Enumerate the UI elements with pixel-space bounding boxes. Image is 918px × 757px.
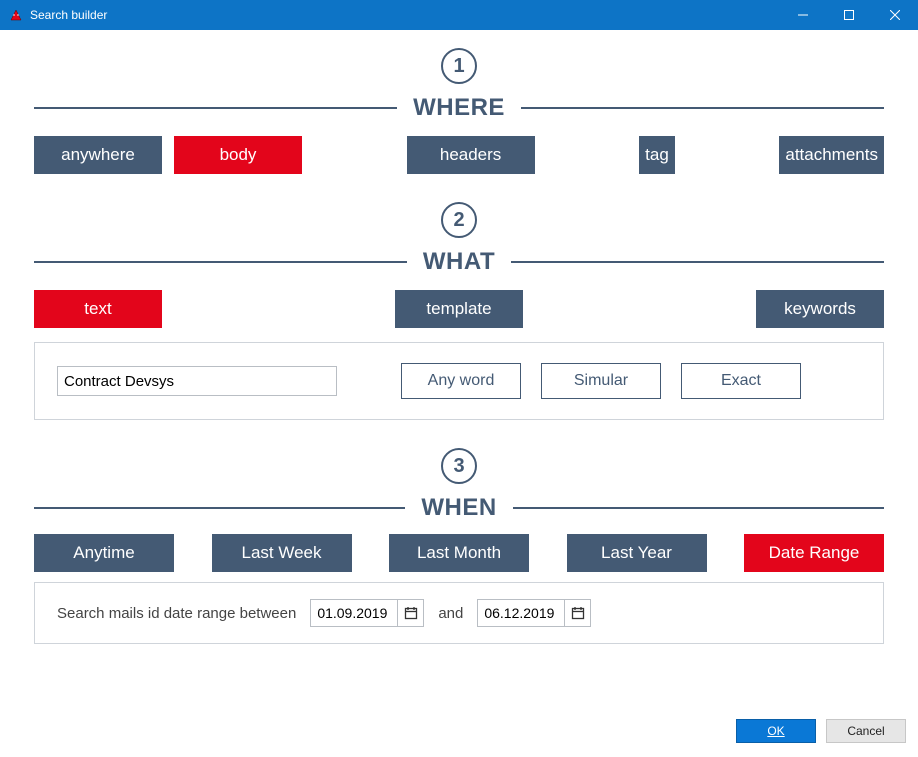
where-label: WHERE: [397, 94, 521, 122]
date-from-input[interactable]: [311, 600, 397, 626]
what-options: text template keywords: [34, 290, 884, 328]
where-options: anywhere body headers tag attachments: [34, 136, 884, 174]
minimize-button[interactable]: [780, 0, 826, 30]
date-range-panel: Search mails id date range between and: [34, 582, 884, 644]
dialog-footer: OK Cancel: [736, 719, 906, 743]
step-3-circle: 3: [441, 448, 477, 484]
where-header: WHERE: [34, 94, 884, 122]
when-label: WHEN: [405, 494, 512, 522]
cancel-button[interactable]: Cancel: [826, 719, 906, 743]
dialog-content: 1 WHERE anywhere body headers tag attach…: [0, 30, 918, 757]
date-range-label: Search mails id date range between: [57, 605, 296, 622]
when-option-daterange[interactable]: Date Range: [744, 534, 884, 572]
calendar-icon[interactable]: [397, 600, 423, 626]
ok-button[interactable]: OK: [736, 719, 816, 743]
what-input-panel: Any word Simular Exact: [34, 342, 884, 420]
match-mode-anyword[interactable]: Any word: [401, 363, 521, 399]
match-mode-buttons: Any word Simular Exact: [401, 363, 801, 399]
when-option-lastweek[interactable]: Last Week: [212, 534, 352, 572]
when-option-lastmonth[interactable]: Last Month: [389, 534, 529, 572]
search-text-input[interactable]: [57, 366, 337, 396]
step-2-circle: 2: [441, 202, 477, 238]
step-1-circle: 1: [441, 48, 477, 84]
where-option-anywhere[interactable]: anywhere: [34, 136, 162, 174]
when-header: WHEN: [34, 494, 884, 522]
app-icon: [8, 7, 24, 23]
match-mode-simular[interactable]: Simular: [541, 363, 661, 399]
date-from-field: [310, 599, 424, 627]
close-button[interactable]: [872, 0, 918, 30]
what-label: WHAT: [407, 248, 511, 276]
what-option-text[interactable]: text: [34, 290, 162, 328]
date-to-field: [477, 599, 591, 627]
window-title: Search builder: [30, 8, 107, 22]
titlebar: Search builder: [0, 0, 918, 30]
when-option-lastyear[interactable]: Last Year: [567, 534, 707, 572]
what-option-template[interactable]: template: [395, 290, 523, 328]
date-to-input[interactable]: [478, 600, 564, 626]
when-options: Anytime Last Week Last Month Last Year D…: [34, 534, 884, 572]
where-option-headers[interactable]: headers: [407, 136, 535, 174]
where-option-tag[interactable]: tag: [639, 136, 675, 174]
maximize-button[interactable]: [826, 0, 872, 30]
date-and-label: and: [438, 605, 463, 622]
where-option-body[interactable]: body: [174, 136, 302, 174]
calendar-icon[interactable]: [564, 600, 590, 626]
when-option-anytime[interactable]: Anytime: [34, 534, 174, 572]
what-option-keywords[interactable]: keywords: [756, 290, 884, 328]
where-option-attachments[interactable]: attachments: [779, 136, 884, 174]
what-header: WHAT: [34, 248, 884, 276]
match-mode-exact[interactable]: Exact: [681, 363, 801, 399]
